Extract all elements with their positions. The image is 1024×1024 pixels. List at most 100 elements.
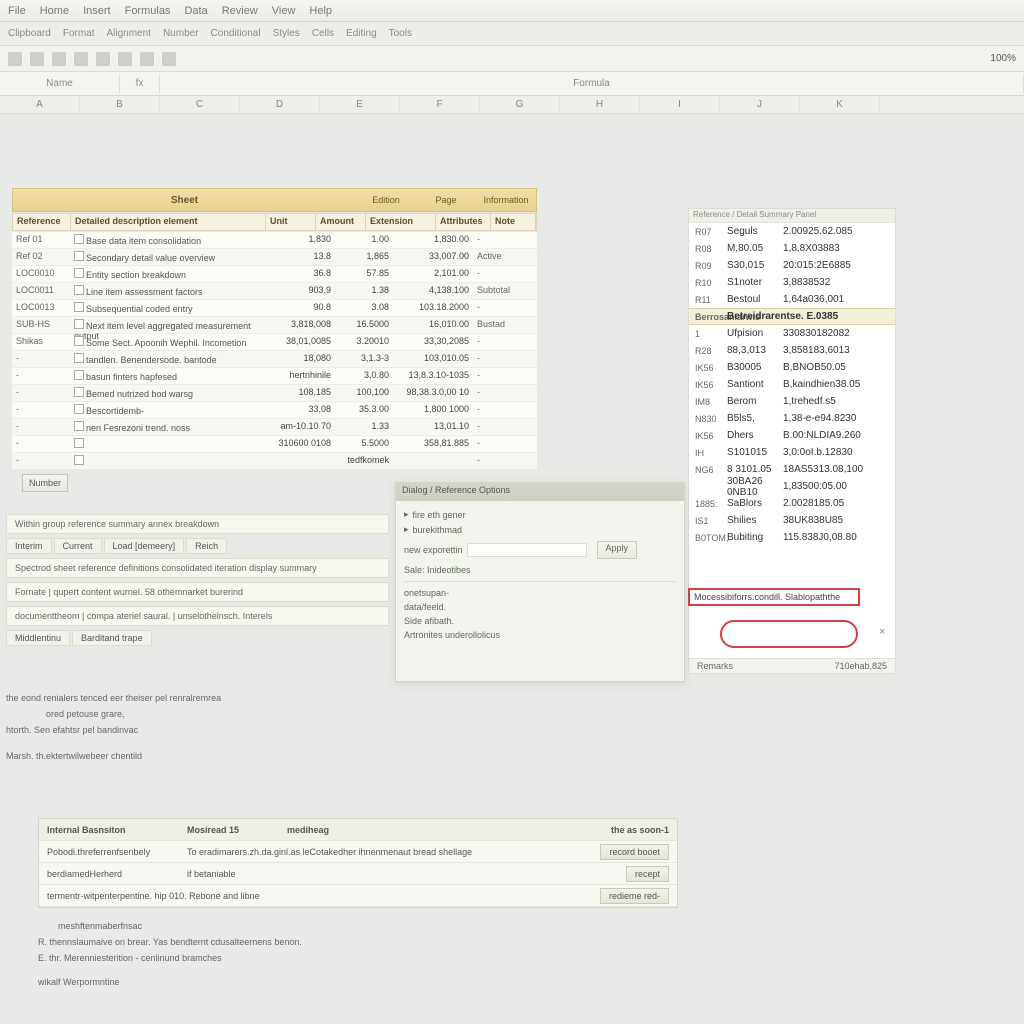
ribbon-group[interactable]: Editing: [346, 28, 377, 39]
highlighted-oval-marker: [720, 620, 858, 648]
apply-button[interactable]: Apply: [597, 541, 638, 559]
panel-row[interactable]: R2888,3,0133,858183,6013: [689, 342, 895, 359]
accept-button[interactable]: recept: [626, 866, 669, 882]
form-tab2[interactable]: Barditand trape: [72, 630, 152, 646]
italic-icon[interactable]: [162, 52, 176, 66]
bt-col4: the as soon-1: [459, 823, 677, 837]
table-row[interactable]: LOC0011Line item assessment factors903.9…: [12, 283, 537, 300]
panel-row[interactable]: R10S1noter3,8838532: [689, 274, 895, 291]
undo-icon[interactable]: [30, 52, 44, 66]
form-row: Spectrod sheet reference definitions con…: [6, 558, 389, 578]
panel-row[interactable]: R07Seguls2.00925.62.085: [689, 223, 895, 240]
menu-view[interactable]: View: [272, 5, 296, 17]
redo-icon[interactable]: [52, 52, 66, 66]
col-header[interactable]: B: [80, 96, 160, 113]
panel-row[interactable]: IK56SantiontB,kaindhien38.05: [689, 376, 895, 393]
form-tab[interactable]: Load [demeery]: [104, 538, 185, 554]
cut-icon[interactable]: [96, 52, 110, 66]
col-amount[interactable]: Amount: [316, 214, 366, 230]
ribbon-group[interactable]: Alignment: [106, 28, 150, 39]
bold-icon[interactable]: [140, 52, 154, 66]
col-ref[interactable]: Reference: [13, 214, 71, 230]
panel-row[interactable]: R09S30,01520:015:2E6885: [689, 257, 895, 274]
table-row[interactable]: -310600 01085.5000358,81.885-: [12, 436, 537, 453]
dialog-input-label: new exporettin: [404, 545, 463, 555]
menu-help[interactable]: Help: [309, 5, 332, 17]
col-desc[interactable]: Detailed description element: [71, 214, 266, 230]
col-attr[interactable]: Attributes: [436, 214, 491, 230]
highlighted-search-box[interactable]: Mocessibiforrs.condill. Slablopaththe: [688, 588, 860, 606]
ribbon-group[interactable]: Clipboard: [8, 28, 51, 39]
record-button[interactable]: record booet: [600, 844, 669, 860]
table-row[interactable]: Ref 02Secondary detail value overview13.…: [12, 249, 537, 266]
panel-row[interactable]: 1885:SaBlors2.0028185.05: [689, 495, 895, 512]
table-row[interactable]: LOC0010Entity section breakdown36.857.85…: [12, 266, 537, 283]
table-row[interactable]: -tedfkomek-: [12, 453, 537, 470]
table-row[interactable]: -tandlen. Benendersode. bantode18,0803,1…: [12, 351, 537, 368]
panel-row[interactable]: IK56DhersB.00:NLDIA9.260: [689, 427, 895, 444]
bt-cell: berdiamedHerherd: [39, 867, 179, 881]
ribbon-group[interactable]: Tools: [389, 28, 412, 39]
form-tab2[interactable]: Middlentinu: [6, 630, 70, 646]
close-icon[interactable]: ×: [879, 626, 891, 638]
form-tab[interactable]: Current: [54, 538, 102, 554]
dialog-input[interactable]: [467, 543, 587, 557]
col-ext[interactable]: Extension: [366, 214, 436, 230]
ribbon-group[interactable]: Conditional: [211, 28, 261, 39]
copy-icon[interactable]: [118, 52, 132, 66]
save-icon[interactable]: [8, 52, 22, 66]
panel-row[interactable]: N830B5ls5,1,38-e-e94.8230: [689, 410, 895, 427]
panel-row[interactable]: NG68 3101.0518AS5313.08,100: [689, 461, 895, 478]
menu-formulas[interactable]: Formulas: [125, 5, 171, 17]
table-row[interactable]: Ref 01Base data item consolidation1,8301…: [12, 232, 537, 249]
form-tab[interactable]: Interim: [6, 538, 52, 554]
ribbon-group[interactable]: Format: [63, 28, 95, 39]
panel-row[interactable]: IS1Shilies38UK838U85: [689, 512, 895, 529]
form-tab[interactable]: Reich: [186, 538, 227, 554]
ribbon-group[interactable]: Number: [163, 28, 199, 39]
col-note[interactable]: Note: [491, 214, 536, 230]
col-header[interactable]: F: [400, 96, 480, 113]
panel-row[interactable]: 30BA26 0NB101,83500:05.00: [689, 478, 895, 495]
table-row[interactable]: -Bescortidemb-33,0835.3.001,800 1000-: [12, 402, 537, 419]
col-header[interactable]: D: [240, 96, 320, 113]
panel-row[interactable]: R08M,80.051,8,8X03883: [689, 240, 895, 257]
paste-icon[interactable]: [74, 52, 88, 66]
panel-row[interactable]: IM8Berom1,trehedf.s5: [689, 393, 895, 410]
redo-button[interactable]: redieme red-: [600, 888, 669, 904]
panel-row[interactable]: IK56B30005B,BNOB50.05: [689, 359, 895, 376]
fx-icon[interactable]: fx: [120, 74, 160, 93]
name-box[interactable]: Name: [0, 74, 120, 93]
panel-row[interactable]: 1Ufpision330830182082: [689, 325, 895, 342]
ribbon-group[interactable]: Styles: [273, 28, 300, 39]
table-row[interactable]: -basun finters hapfesedhertrihinile3,0.8…: [12, 368, 537, 385]
panel-row[interactable]: B0TOM,Bubiting115.838J0,08.80: [689, 529, 895, 546]
number-button[interactable]: Number: [22, 474, 68, 492]
col-header[interactable]: E: [320, 96, 400, 113]
panel-highlight-row[interactable]: Berrosanlarwis Betreidrarentse. E.0385: [689, 308, 895, 325]
menu-review[interactable]: Review: [222, 5, 258, 17]
col-header[interactable]: C: [160, 96, 240, 113]
panel-row[interactable]: R11Bestoul1,64a036,001: [689, 291, 895, 308]
bt-cell: To eradimarers.zh.da.ginl.as leCotakedhe…: [179, 845, 600, 859]
menu-data[interactable]: Data: [184, 5, 207, 17]
menu-insert[interactable]: Insert: [83, 5, 111, 17]
col-unit[interactable]: Unit: [266, 214, 316, 230]
col-header[interactable]: G: [480, 96, 560, 113]
table-row[interactable]: -Bemed nutrized bod warsg108,185100,1009…: [12, 385, 537, 402]
col-header[interactable]: J: [720, 96, 800, 113]
table-row[interactable]: -nen Fesrezoni trend. nossam-10.10 701.3…: [12, 419, 537, 436]
col-header[interactable]: K: [800, 96, 880, 113]
sheet-sub: Edition: [356, 195, 416, 205]
panel-row[interactable]: IHS1010153,0:0oI.b.12830: [689, 444, 895, 461]
formula-input[interactable]: Formula: [160, 74, 1024, 93]
table-row[interactable]: LOC0013Subsequential coded entry90.83.08…: [12, 300, 537, 317]
menu-file[interactable]: File: [8, 5, 26, 17]
menu-home[interactable]: Home: [40, 5, 69, 17]
col-header[interactable]: H: [560, 96, 640, 113]
table-row[interactable]: SUB-HSNext item level aggregated measure…: [12, 317, 537, 334]
table-row[interactable]: ShikasSome Sect. Apoonih Wephil. Incomet…: [12, 334, 537, 351]
col-header[interactable]: A: [0, 96, 80, 113]
col-header[interactable]: I: [640, 96, 720, 113]
ribbon-group[interactable]: Cells: [312, 28, 334, 39]
